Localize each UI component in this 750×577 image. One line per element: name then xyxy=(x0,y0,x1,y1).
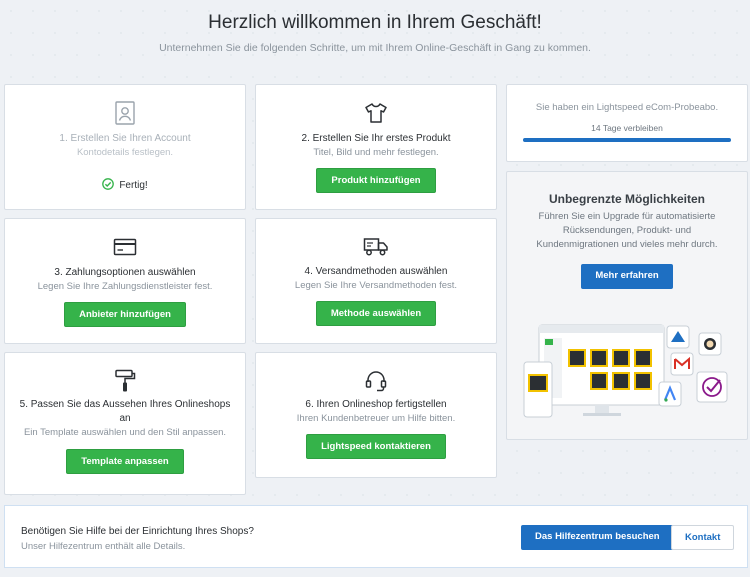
trial-card: Sie haben ein Lightspeed eCom-Probeabo. … xyxy=(506,84,748,162)
step-1-title: 1. Erstellen Sie Ihren Account xyxy=(59,133,191,144)
step-5-title: 5. Passen Sie das Aussehen Ihres Onlines… xyxy=(19,399,231,410)
step-card-template: 5. Passen Sie das Aussehen Ihres Onlines… xyxy=(4,352,246,495)
headset-icon xyxy=(365,371,387,392)
tshirt-icon xyxy=(365,103,387,123)
step-6-title: 6. Ihren Onlineshop fertigstellen xyxy=(305,399,447,410)
help-question: Benötigen Sie Hilfe bei der Einrichtung … xyxy=(21,526,254,537)
learn-more-button[interactable]: Mehr erfahren xyxy=(581,264,673,289)
select-method-button[interactable]: Methode auswählen xyxy=(315,301,437,326)
step-1-status: Fertig! xyxy=(5,175,245,193)
account-icon xyxy=(115,101,135,125)
credit-card-icon xyxy=(113,238,137,256)
ecommerce-illustration xyxy=(523,324,728,418)
add-product-button[interactable]: Produkt hinzufügen xyxy=(316,168,436,193)
truck-icon xyxy=(363,238,388,256)
status-done-label: Fertig! xyxy=(119,180,148,191)
trial-progress-fill xyxy=(523,138,731,142)
step-card-product: 2. Erstellen Sie Ihr erstes Produkt Tite… xyxy=(255,84,497,210)
step-2-title: 2. Erstellen Sie Ihr erstes Produkt xyxy=(301,133,451,144)
step-3-title: 3. Zahlungsoptionen auswählen xyxy=(54,267,196,278)
upgrade-desc: Führen Sie ein Upgrade für automatisiert… xyxy=(536,211,718,250)
step-card-payment: 3. Zahlungsoptionen auswählen Legen Sie … xyxy=(4,218,246,344)
step-5-desc: Ein Template auswählen und den Stil anpa… xyxy=(23,427,227,438)
contact-lightspeed-button[interactable]: Lightspeed kontaktieren xyxy=(306,434,446,459)
step-card-shipping: 4. Versandmethoden auswählen Legen Sie I… xyxy=(255,218,497,344)
paint-roller-icon xyxy=(115,369,136,392)
step-3-desc: Legen Sie Ihre Zahlungsdienstleister fes… xyxy=(37,281,213,292)
contact-button[interactable]: Kontakt xyxy=(671,525,735,550)
add-provider-button[interactable]: Anbieter hinzufügen xyxy=(64,302,186,327)
page-title: Herzlich willkommen in Ihrem Geschäft! xyxy=(208,12,542,33)
trial-text: Sie haben ein Lightspeed eCom-Probeabo. xyxy=(535,102,719,113)
upgrade-title: Unbegrenzte Möglichkeiten xyxy=(548,192,706,206)
step-card-account: 1. Erstellen Sie Ihren Account Kontodeta… xyxy=(4,84,246,210)
page-subtitle: Unternehmen Sie die folgenden Schritte, … xyxy=(159,42,591,54)
trial-days: 14 Tage verbleiben xyxy=(591,123,663,133)
step-6-desc: Ihren Kundenbetreuer um Hilfe bitten. xyxy=(296,413,456,424)
step-card-finish: 6. Ihren Onlineshop fertigstellen Ihren … xyxy=(255,352,497,478)
check-circle-icon xyxy=(102,178,115,190)
help-subtext: Unser Hilfezentrum enthält alle Details. xyxy=(21,541,186,552)
help-footer: Benötigen Sie Hilfe bei der Einrichtung … xyxy=(4,505,748,568)
step-5-title-cont: an xyxy=(119,413,131,424)
step-1-desc: Kontodetails festlegen. xyxy=(76,147,174,158)
trial-progress-bar xyxy=(523,138,731,142)
step-4-desc: Legen Sie Ihre Versandmethoden fest. xyxy=(294,280,458,291)
upgrade-card: Unbegrenzte Möglichkeiten Führen Sie ein… xyxy=(506,171,748,440)
help-center-button[interactable]: Das Hilfezentrum besuchen xyxy=(521,525,674,550)
customize-template-button[interactable]: Template anpassen xyxy=(66,449,184,474)
step-2-desc: Titel, Bild und mehr festlegen. xyxy=(313,147,439,158)
step-4-title: 4. Versandmethoden auswählen xyxy=(304,266,448,277)
